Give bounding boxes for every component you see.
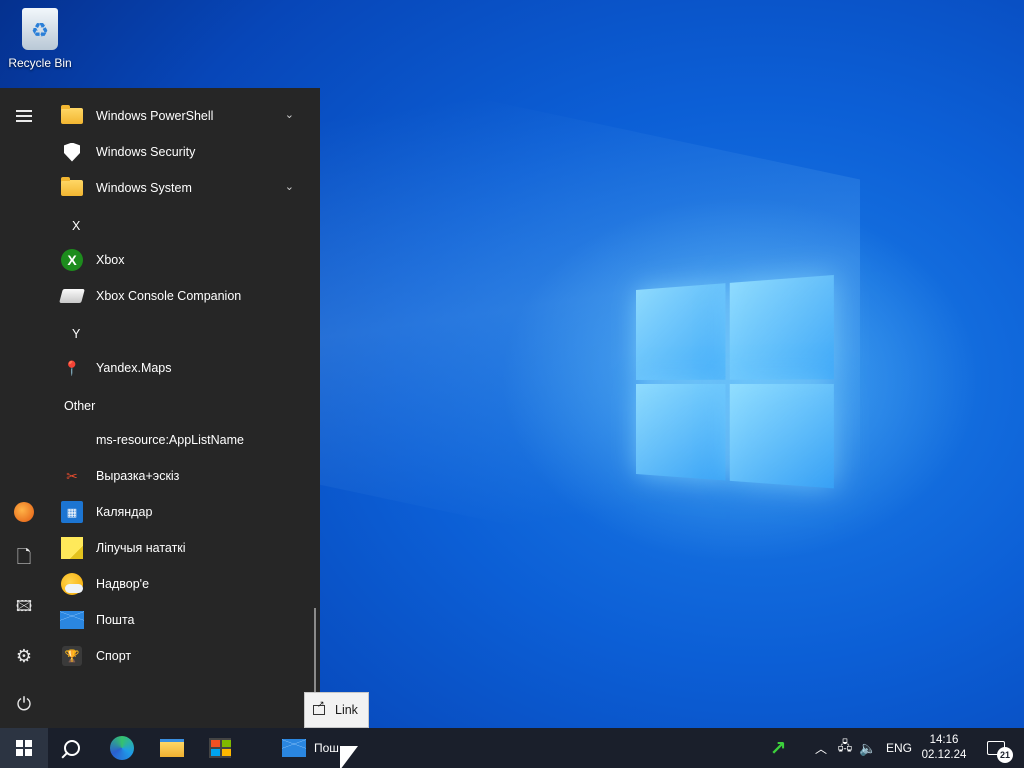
link-icon	[313, 699, 325, 715]
notification-count-badge: 21	[997, 747, 1013, 763]
chevron-down-icon[interactable]: ⌄	[285, 108, 294, 121]
clock-date: 02.12.24	[921, 749, 967, 761]
console-icon	[59, 284, 85, 308]
start-menu: 🗋 🖾 ⚙ ⏻ Windows PowerShell ⌄ Windows Sec…	[0, 88, 320, 728]
blank-app-icon	[60, 428, 84, 452]
pictures-button[interactable]: 🖾	[0, 588, 48, 628]
app-label: Пошта	[96, 613, 135, 627]
avatar	[14, 502, 34, 522]
shield-icon	[60, 140, 84, 164]
network-monitor-tray-button[interactable]: ↗	[760, 728, 796, 768]
gear-icon: ⚙	[15, 645, 33, 666]
app-label: Windows Security	[96, 145, 196, 159]
mail-icon	[282, 739, 306, 757]
app-calendar[interactable]: ▦ Каляндар	[60, 494, 310, 530]
weather-icon	[60, 572, 84, 596]
search-button[interactable]	[48, 728, 96, 768]
app-label: Ліпучыя нататкі	[96, 541, 186, 555]
app-label: Windows System	[96, 181, 192, 195]
snip-sketch-icon: ✂	[66, 467, 78, 484]
taskbar: Пош ↗ ︿ 🖧 🔈 ENG 14:16 02.12.24 21	[0, 728, 1024, 768]
picture-icon: 🖾	[15, 597, 33, 615]
recycle-bin-icon	[22, 8, 58, 50]
clock-time: 14:16	[929, 734, 959, 746]
power-icon: ⏻	[16, 693, 32, 714]
mail-taskbar-button[interactable]: Пош	[270, 728, 350, 768]
app-xbox-console-companion[interactable]: Xbox Console Companion	[59, 278, 310, 314]
network-icon: 🖧	[837, 738, 853, 753]
expand-menu-button[interactable]	[0, 96, 48, 136]
hamburger-icon	[16, 115, 32, 117]
app-xbox[interactable]: X Xbox	[60, 242, 310, 278]
settings-button[interactable]: ⚙	[0, 636, 48, 676]
edge-browser-icon	[110, 736, 134, 760]
app-label: Windows PowerShell	[96, 109, 214, 123]
start-button[interactable]	[0, 728, 48, 768]
user-account-button[interactable]	[0, 492, 48, 532]
network-tray-button[interactable]: 🖧	[834, 728, 856, 768]
mouse-cursor	[340, 746, 358, 768]
app-weather[interactable]: Надвор'е	[60, 566, 310, 602]
app-windows-powershell[interactable]: Windows PowerShell ⌄	[60, 98, 310, 134]
windows-logo-icon	[16, 740, 32, 756]
app-label: Xbox Console Companion	[96, 289, 242, 303]
app-yandex-maps[interactable]: 📍 Yandex.Maps	[60, 350, 310, 386]
speaker-icon: 🔈	[859, 739, 877, 756]
documents-button[interactable]: 🗋	[0, 540, 48, 580]
letter-header-y[interactable]: Y	[72, 316, 80, 352]
edge-taskbar-button[interactable]	[98, 728, 146, 768]
folder-icon	[60, 176, 84, 200]
chevron-up-icon: ︿	[814, 741, 827, 756]
file-explorer-taskbar-button[interactable]	[148, 728, 196, 768]
app-windows-system[interactable]: Windows System ⌄	[60, 170, 310, 206]
app-windows-security[interactable]: Windows Security	[60, 134, 310, 170]
search-icon	[64, 740, 80, 756]
app-label: Xbox	[96, 253, 125, 267]
document-icon: 🗋	[16, 547, 32, 567]
trophy-icon: 🏆	[60, 644, 84, 668]
calendar-icon: ▦	[60, 500, 84, 524]
start-menu-rail: 🗋 🖾 ⚙ ⏻	[0, 88, 48, 728]
group-header-other[interactable]: Other	[64, 388, 95, 424]
recycle-bin-label: Recycle Bin	[8, 56, 72, 70]
recycle-bin-shortcut[interactable]: Recycle Bin	[4, 6, 76, 76]
network-graph-icon: ↗	[769, 737, 787, 760]
app-label: Спорт	[96, 649, 132, 663]
language-indicator[interactable]: ENG	[882, 728, 916, 768]
wallpaper-windows-logo	[636, 274, 836, 493]
app-sport[interactable]: 🏆 Спорт	[60, 638, 310, 674]
app-label: Каляндар	[96, 505, 153, 519]
tooltip-label: Link	[335, 703, 358, 717]
action-center-button[interactable]: 21	[978, 728, 1014, 768]
notification-icon: 21	[987, 741, 1013, 763]
letter-header-x[interactable]: X	[72, 208, 80, 244]
store-taskbar-button[interactable]	[196, 728, 244, 768]
power-button[interactable]: ⏻	[0, 684, 48, 724]
clock[interactable]: 14:16 02.12.24	[918, 728, 970, 768]
app-list: Windows PowerShell ⌄ Windows Security Wi…	[48, 88, 314, 728]
app-label: Выразка+эскіз	[96, 469, 180, 483]
mail-icon	[60, 608, 84, 632]
folder-icon	[60, 104, 84, 128]
app-label: Yandex.Maps	[96, 361, 172, 375]
app-ms-resource[interactable]: ms-resource:AppListName	[60, 422, 310, 458]
volume-tray-button[interactable]: 🔈	[856, 728, 880, 768]
sticky-notes-icon	[60, 536, 84, 560]
app-label: Надвор'е	[96, 577, 150, 591]
show-hidden-icons-button[interactable]: ︿	[810, 728, 832, 768]
app-label: ms-resource:AppListName	[96, 433, 244, 447]
map-pin-icon: 📍	[63, 359, 81, 376]
app-snip-sketch[interactable]: ✂ Выразка+эскіз	[60, 458, 310, 494]
mail-task-label: Пош	[314, 741, 339, 755]
store-icon	[209, 738, 231, 758]
xbox-icon: X	[60, 248, 84, 272]
app-mail[interactable]: Пошта	[60, 602, 310, 638]
app-sticky-notes[interactable]: Ліпучыя нататкі	[60, 530, 310, 566]
chevron-down-icon[interactable]: ⌄	[285, 180, 294, 193]
file-explorer-icon	[160, 739, 184, 757]
link-tooltip: Link	[304, 692, 369, 728]
